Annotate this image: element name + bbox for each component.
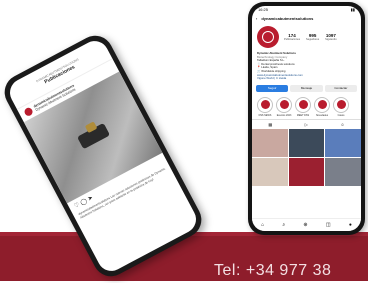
profile-stats: 174 Publicaciones 995 Seguidores 1097 Sigui… (284, 33, 337, 41)
story-highlights: DSS NEWS Eventos 2023 MEET DSS Novedades… (252, 95, 361, 119)
profile-icon[interactable]: ● (349, 222, 352, 228)
home-icon[interactable]: ⌂ (261, 222, 264, 228)
grid-post[interactable] (325, 128, 361, 157)
status-time: 16:25 (258, 7, 269, 12)
avatar (23, 106, 34, 118)
status-bar: 16:25 ▮▮ (252, 6, 361, 14)
post-grid (252, 128, 361, 186)
grid-post[interactable] (325, 157, 361, 186)
message-button[interactable]: Mensaje (290, 84, 323, 92)
profile-buttons: Seguir Mensaje Contactar (252, 82, 361, 95)
follow-button[interactable]: Seguir (256, 84, 289, 92)
back-icon[interactable]: ‹ (256, 16, 257, 21)
shop-icon[interactable]: ◫ (326, 222, 331, 228)
stat-following[interactable]: 1097 Siguiendo (325, 33, 337, 41)
highlight-item[interactable]: MEET DSS (295, 96, 311, 117)
profile-nav: ‹ dynamicabutmentsolutions (252, 14, 361, 23)
profile-username: dynamicabutmentsolutions (261, 16, 314, 21)
share-icon[interactable]: ➤ (87, 195, 94, 203)
search-icon[interactable]: ⌕ (282, 222, 285, 228)
highlight-item[interactable]: Casos (333, 96, 349, 117)
bottom-nav: ⌂ ⌕ ⊕ ◫ ● (252, 218, 361, 231)
stat-posts[interactable]: 174 Publicaciones (284, 33, 300, 41)
phone-right-screen: 16:25 ▮▮ ‹ dynamicabutmentsolutions 174 P… (252, 6, 361, 231)
phone-right: 16:25 ▮▮ ‹ dynamicabutmentsolutions 174 P… (248, 2, 365, 235)
bio-link[interactable]: Vigone World | C Lleida (257, 77, 356, 81)
phone-number: Tel: +34 977 38 (214, 262, 332, 279)
reels-icon[interactable]: ▷ (305, 122, 308, 127)
profile-avatar[interactable] (257, 26, 279, 48)
profile-tabs: ▦ ▷ ☺ (252, 118, 361, 129)
profile-header: 174 Publicaciones 995 Seguidores 1097 Sigui… (252, 23, 361, 51)
highlight-item[interactable]: DSS NEWS (257, 96, 273, 117)
grid-post[interactable] (252, 157, 288, 186)
add-icon[interactable]: ⊕ (303, 222, 307, 228)
stat-followers[interactable]: 995 Seguidores (306, 33, 319, 41)
grid-icon[interactable]: ▦ (268, 122, 272, 127)
grid-post[interactable] (252, 128, 288, 157)
grid-post[interactable] (288, 128, 325, 157)
contact-button[interactable]: Contactar (324, 84, 357, 92)
highlight-item[interactable]: Novedades (314, 96, 330, 117)
profile-bio: Dynamic Abutment Solutions Biotechnology… (252, 51, 361, 82)
signal-icon: ▮▮ (350, 7, 355, 12)
tagged-icon[interactable]: ☺ (341, 122, 345, 127)
grid-post[interactable] (288, 157, 325, 186)
highlight-item[interactable]: Eventos 2023 (276, 96, 292, 117)
